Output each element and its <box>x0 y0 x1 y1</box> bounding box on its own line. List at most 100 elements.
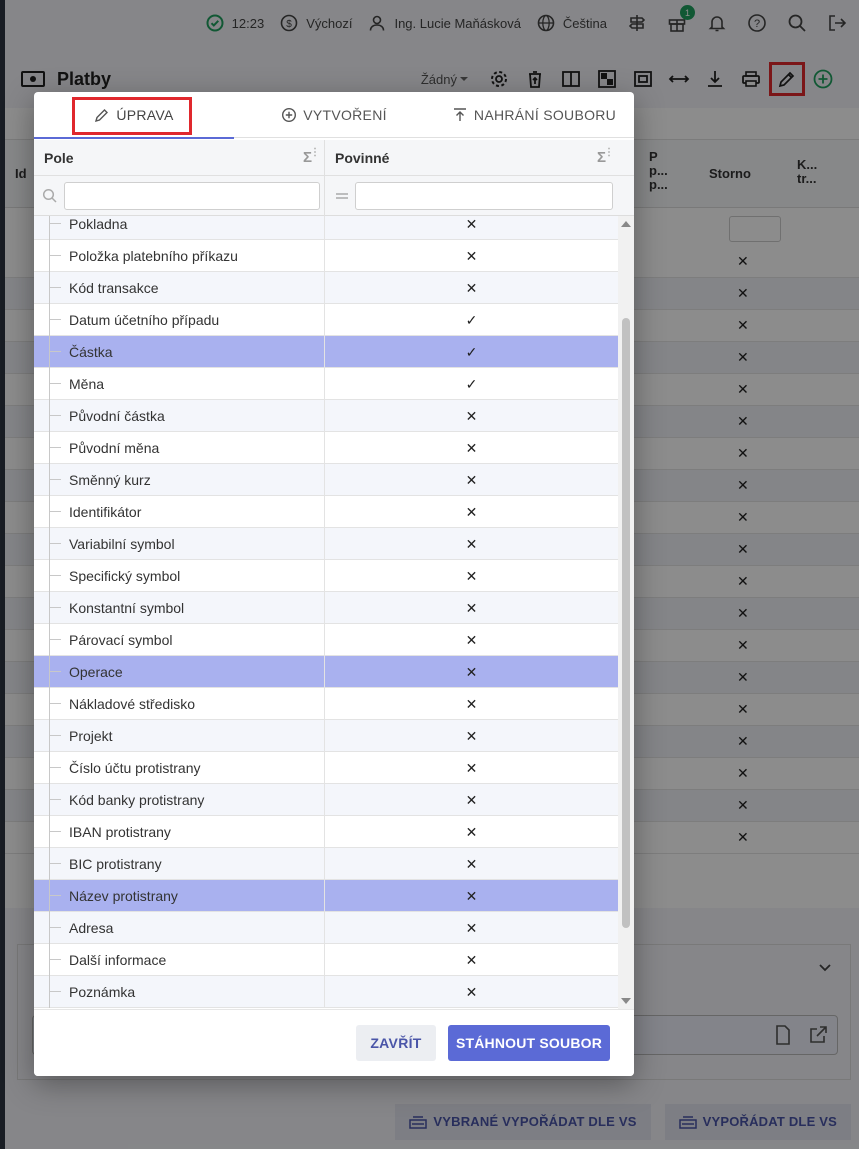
table-row[interactable]: Směnný kurz ✕ <box>34 464 618 496</box>
table-row[interactable]: BIC protistrany ✕ <box>34 848 618 880</box>
field-cell: Číslo účtu protistrany <box>34 752 325 784</box>
table-row[interactable]: Název protistrany ✕ <box>34 880 618 912</box>
field-name: Projekt <box>69 728 113 744</box>
fields-table-body: Pokladna ✕ Položka platebního příkazu ✕ Kód … <box>34 216 618 1009</box>
filter-field-input[interactable] <box>64 182 320 210</box>
search-icon <box>42 188 57 203</box>
required-cell: ✕ <box>465 599 478 616</box>
table-header: Pole Σ ⋮ Povinné Σ ⋮ <box>34 140 634 176</box>
tab-create[interactable]: VYTVOŘENÍ <box>234 92 434 138</box>
field-cell: Variabilní symbol <box>34 528 325 560</box>
tree-line <box>49 831 61 832</box>
tree-line <box>49 255 61 256</box>
table-row[interactable]: Konstantní symbol ✕ <box>34 592 618 624</box>
field-name: Datum účetního případu <box>69 312 220 328</box>
table-row[interactable]: Párovací symbol ✕ <box>34 624 618 656</box>
tree-line <box>49 432 50 464</box>
table-row[interactable]: Částka ✓ <box>34 336 618 368</box>
tree-line <box>49 560 50 592</box>
filter-field-cell <box>34 176 325 216</box>
close-button[interactable]: ZAVŘÍT <box>356 1025 436 1061</box>
table-row[interactable]: Měna ✓ <box>34 368 618 400</box>
column-header-required[interactable]: Povinné Σ ⋮ <box>325 140 618 176</box>
required-cell: ✕ <box>465 855 478 872</box>
field-cell: Směnný kurz <box>34 464 325 496</box>
field-cell: Operace <box>34 656 325 688</box>
table-row[interactable]: Operace ✕ <box>34 656 618 688</box>
field-cell: Částka <box>34 336 325 368</box>
column-header-field[interactable]: Pole Σ ⋮ <box>34 140 325 176</box>
scrollbar-thumb[interactable] <box>622 318 630 928</box>
field-name: Další informace <box>69 952 167 968</box>
table-row[interactable]: Identifikátor ✕ <box>34 496 618 528</box>
table-row[interactable]: Původní částka ✕ <box>34 400 618 432</box>
tree-line <box>49 528 50 560</box>
table-row[interactable]: Poznámka ✕ <box>34 976 618 1008</box>
table-scrollbar[interactable] <box>618 216 634 1009</box>
field-cell: Původní částka <box>34 400 325 432</box>
column-menu-icon[interactable]: ⋮ <box>604 148 614 158</box>
required-cell: ✓ <box>465 311 478 328</box>
filter-required-input[interactable] <box>355 182 613 210</box>
table-row[interactable]: Další informace ✕ <box>34 944 618 976</box>
tree-line <box>49 216 50 240</box>
field-name: BIC protistrany <box>69 856 162 872</box>
field-name: Kód transakce <box>69 280 159 296</box>
table-row[interactable]: Pokladna ✕ <box>34 216 618 240</box>
table-row[interactable]: IBAN protistrany ✕ <box>34 816 618 848</box>
column-menu-icon[interactable]: ⋮ <box>310 148 320 158</box>
tree-line <box>49 223 61 224</box>
scroll-down-icon[interactable] <box>621 998 631 1004</box>
table-row[interactable]: Specifický symbol ✕ <box>34 560 618 592</box>
field-name: Pokladna <box>69 216 128 232</box>
tab-upload[interactable]: NAHRÁNÍ SOUBORU <box>434 92 634 138</box>
tree-line <box>49 624 50 656</box>
table-row[interactable]: Adresa ✕ <box>34 912 618 944</box>
table-row[interactable]: Číslo účtu protistrany ✕ <box>34 752 618 784</box>
required-cell: ✕ <box>465 535 478 552</box>
field-name: Adresa <box>69 920 114 936</box>
modal-footer: ZAVŘÍT STÁHNOUT SOUBOR <box>34 1009 634 1076</box>
tree-line <box>49 383 61 384</box>
tree-line <box>49 848 50 880</box>
field-name: Položka platebního příkazu <box>69 248 238 264</box>
download-file-button[interactable]: STÁHNOUT SOUBOR <box>448 1025 610 1061</box>
tree-line <box>49 543 61 544</box>
tree-line <box>49 304 50 336</box>
required-cell: ✕ <box>465 695 478 712</box>
required-cell: ✕ <box>465 279 478 296</box>
field-name: Poznámka <box>69 984 136 1000</box>
tree-line <box>49 784 50 816</box>
plus-circle-icon <box>282 107 297 123</box>
table-row[interactable]: Položka platebního příkazu ✕ <box>34 240 618 272</box>
field-cell: Identifikátor <box>34 496 325 528</box>
tab-highlight <box>72 97 192 135</box>
table-row[interactable]: Kód transakce ✕ <box>34 272 618 304</box>
required-cell: ✕ <box>465 727 478 744</box>
table-row[interactable]: Projekt ✕ <box>34 720 618 752</box>
table-row[interactable]: Nákladové středisko ✕ <box>34 688 618 720</box>
field-name: Kód banky protistrany <box>69 792 205 808</box>
field-cell: Pokladna <box>34 216 325 240</box>
column-required-label: Povinné <box>335 150 390 166</box>
table-row[interactable]: Datum účetního případu ✓ <box>34 304 618 336</box>
required-cell: ✕ <box>465 247 478 264</box>
table-row[interactable]: Kód banky protistrany ✕ <box>34 784 618 816</box>
tree-line <box>49 688 50 720</box>
tree-line <box>49 272 50 304</box>
required-cell: ✕ <box>465 216 478 232</box>
field-cell: IBAN protistrany <box>34 816 325 848</box>
required-cell: ✕ <box>465 407 478 424</box>
tree-line <box>49 944 50 976</box>
scroll-up-icon[interactable] <box>621 221 631 227</box>
field-name: Identifikátor <box>69 504 142 520</box>
tree-line <box>49 287 61 288</box>
table-row[interactable]: Variabilní symbol ✕ <box>34 528 618 560</box>
field-name: Název protistrany <box>69 888 178 904</box>
required-cell: ✕ <box>465 439 478 456</box>
field-cell: Další informace <box>34 944 325 976</box>
required-cell: ✕ <box>465 759 478 776</box>
required-cell: ✕ <box>465 631 478 648</box>
table-row[interactable]: Původní měna ✕ <box>34 432 618 464</box>
required-cell: ✓ <box>465 343 478 360</box>
